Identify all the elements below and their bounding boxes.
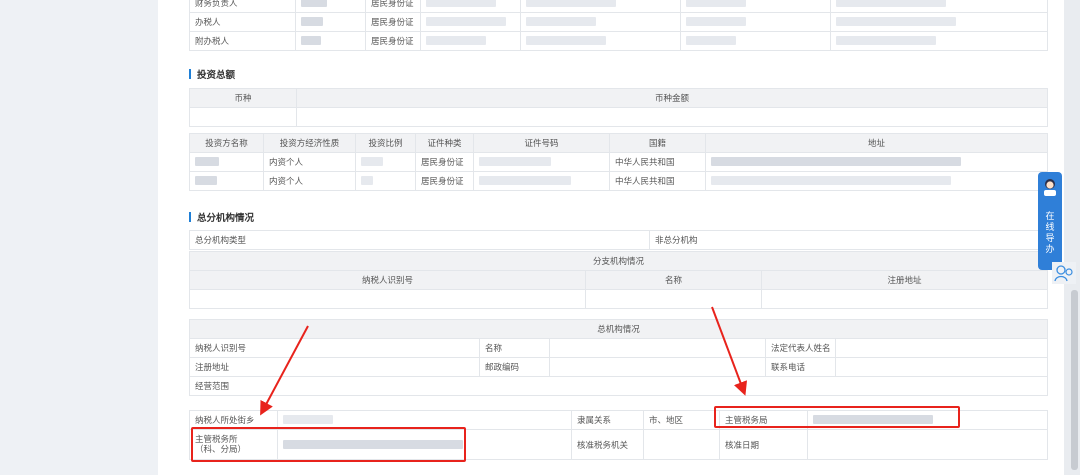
hq-scope-label: 经营范围 (189, 376, 1048, 396)
table-row (189, 107, 1048, 127)
col-investor-name: 投资方名称 (189, 133, 264, 153)
col-investor-nature: 投资方经济性质 (263, 133, 356, 153)
id-type: 居民身份证 (365, 31, 421, 51)
branch-section-header: 分支机构情况 (189, 251, 1048, 271)
col-branch-name: 名称 (585, 270, 762, 290)
table-header-row: 纳税人识别号 名称 注册地址 (189, 270, 1048, 290)
hq-reg-address-label: 注册地址 (189, 357, 480, 377)
branch-type-table: 总分机构类型 非总分机构 (189, 230, 1048, 250)
col-nationality: 国籍 (609, 133, 706, 153)
col-id-number: 证件号码 (473, 133, 610, 153)
investor-id-type: 居民身份证 (415, 171, 474, 191)
annotation-box-tax-bureau (714, 406, 960, 428)
section-marker (189, 212, 191, 222)
approving-org-label: 核准税务机关 (571, 429, 644, 460)
annotation-box-tax-office (191, 427, 466, 462)
role-label: 附办税人 (189, 31, 296, 51)
table-header-row: 投资方名称 投资方经济性质 投资比例 证件种类 证件号码 国籍 地址 (189, 133, 1048, 153)
table-row: 经营范围 (189, 376, 1048, 396)
section-title-branch: 总分机构情况 (189, 210, 254, 224)
currency-table: 币种 币种金额 (189, 88, 1048, 127)
table-row (189, 289, 1048, 309)
col-address: 地址 (705, 133, 1048, 153)
investor-id-type: 居民身份证 (415, 152, 474, 172)
investor-nationality: 中华人民共和国 (609, 171, 706, 191)
col-branch-address: 注册地址 (761, 270, 1048, 290)
currency-header: 币种 (189, 88, 297, 108)
table-row: 分支机构情况 (189, 251, 1048, 271)
hq-phone-label: 联系电话 (765, 357, 836, 377)
personnel-table: 财务负责人 居民身份证 办税人 居民身份证 附办税人 居民身份证 (189, 0, 1048, 51)
approval-date-label: 核准日期 (719, 429, 808, 460)
people-icon[interactable] (1052, 262, 1076, 284)
scrollbar-thumb[interactable] (1071, 290, 1078, 470)
investor-nature: 内资个人 (263, 171, 356, 191)
affiliation-label: 隶属关系 (571, 410, 644, 430)
table-row: 总分机构类型 非总分机构 (189, 230, 1048, 250)
table-row: 内资个人 居民身份证 中华人民共和国 (189, 152, 1048, 172)
support-agent-icon (1044, 179, 1056, 196)
role-label: 办税人 (189, 12, 296, 32)
hq-postcode-label: 邮政编码 (479, 357, 550, 377)
table-row: 内资个人 居民身份证 中华人民共和国 (189, 171, 1048, 191)
branch-type-label: 总分机构类型 (189, 230, 650, 250)
hq-taxpayer-id-label: 纳税人识别号 (189, 338, 480, 358)
id-type: 居民身份证 (365, 12, 421, 32)
table-row: 附办税人 居民身份证 (189, 31, 1048, 51)
hq-table: 总机构情况 纳税人识别号 名称 法定代表人姓名 注册地址 邮政编码 联系电话 经… (189, 319, 1048, 396)
table-row: 财务负责人 居民身份证 (189, 0, 1048, 13)
section-marker (189, 69, 191, 79)
branch-type-value: 非总分机构 (649, 230, 1048, 250)
col-investment-ratio: 投资比例 (355, 133, 416, 153)
amount-header: 币种金额 (296, 88, 1048, 108)
investor-nationality: 中华人民共和国 (609, 152, 706, 172)
hq-legal-rep-label: 法定代表人姓名 (765, 338, 836, 358)
left-pane (0, 0, 158, 475)
role-label: 财务负责人 (189, 0, 296, 13)
table-row: 注册地址 邮政编码 联系电话 (189, 357, 1048, 377)
id-type: 居民身份证 (365, 0, 421, 13)
section-title-investment: 投资总额 (189, 67, 235, 81)
table-row: 办税人 居民身份证 (189, 12, 1048, 32)
affiliation-value: 市、地区 (643, 410, 720, 430)
online-guide-label: 在线导办 (1045, 212, 1055, 255)
hq-section-header: 总机构情况 (189, 319, 1048, 339)
branch-table: 分支机构情况 纳税人识别号 名称 注册地址 (189, 251, 1048, 309)
col-id-type: 证件种类 (415, 133, 474, 153)
table-row: 总机构情况 (189, 319, 1048, 339)
hq-name-label: 名称 (479, 338, 550, 358)
table-row: 币种 币种金额 (189, 88, 1048, 108)
col-branch-taxpayer-id: 纳税人识别号 (189, 270, 586, 290)
investor-nature: 内资个人 (263, 152, 356, 172)
investor-table: 投资方名称 投资方经济性质 投资比例 证件种类 证件号码 国籍 地址 内资个人 … (189, 133, 1048, 191)
online-guide-widget[interactable]: 在线导办 (1038, 172, 1062, 270)
table-row: 纳税人识别号 名称 法定代表人姓名 (189, 338, 1048, 358)
